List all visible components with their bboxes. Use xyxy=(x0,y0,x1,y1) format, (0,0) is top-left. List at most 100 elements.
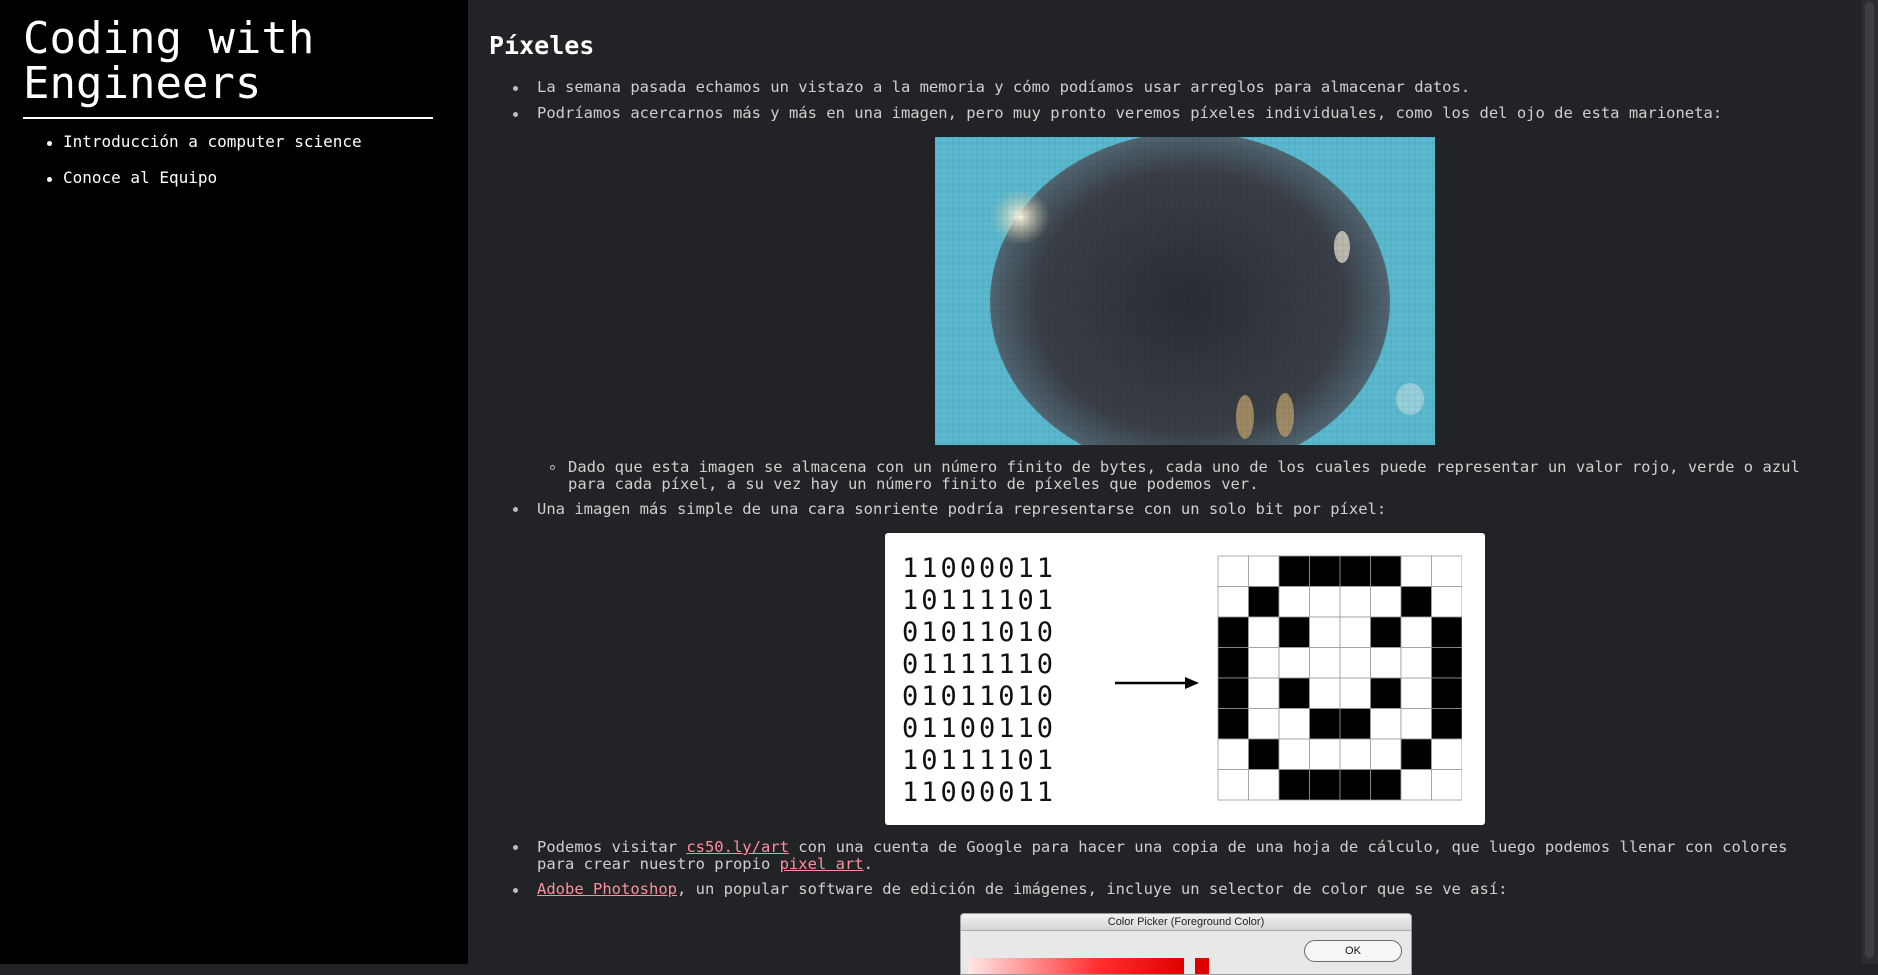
scrollbar-thumb[interactable] xyxy=(1865,2,1874,958)
pixel-cell xyxy=(1339,586,1371,618)
binary-row: 10111101 xyxy=(902,585,1057,616)
pixel-cell xyxy=(1217,555,1249,587)
pixel-cell xyxy=(1248,647,1280,679)
pixel-cell xyxy=(1217,677,1249,709)
pixel-cell xyxy=(1278,677,1310,709)
pixel-cell xyxy=(1431,616,1462,648)
pixel-cell xyxy=(1217,738,1249,770)
paragraph-zoom: Podríamos acercarnos más y más en una im… xyxy=(537,104,1723,122)
pixel-cell xyxy=(1431,586,1462,618)
arrow-right-icon xyxy=(1115,677,1199,689)
pixel-cell xyxy=(1217,769,1249,801)
binary-row: 01100110 xyxy=(902,713,1057,744)
pixel-cell xyxy=(1248,738,1280,770)
pixel-cell xyxy=(1370,677,1402,709)
pixel-cell xyxy=(1400,555,1432,587)
pixel-cell xyxy=(1339,555,1371,587)
pixel-cell xyxy=(1370,555,1402,587)
pixel-cell xyxy=(1370,616,1402,648)
pixel-cell xyxy=(1400,647,1432,679)
pixel-cell xyxy=(1309,647,1341,679)
pixel-cell xyxy=(1400,677,1432,709)
site-title: Coding with Engineers xyxy=(23,13,315,109)
title-divider xyxy=(23,117,433,119)
pixel-cell xyxy=(1278,586,1310,618)
binary-row: 11000011 xyxy=(902,553,1057,584)
pixel-cell xyxy=(1309,708,1341,740)
paragraph-finite-bytes-1: Dado que esta imagen se almacena con un … xyxy=(568,458,1800,476)
pixel-cell xyxy=(1370,647,1402,679)
binary-rows: 11000011 10111101 01011010 01111110 0101… xyxy=(902,553,1056,809)
pixel-cell xyxy=(1339,738,1371,770)
nav-item-intro-cs[interactable]: Introducción a computer science xyxy=(45,132,362,168)
pixel-cell xyxy=(1400,738,1432,770)
color-picker-window: Color Picker (Foreground Color) OK xyxy=(960,913,1412,975)
sidebar-nav: Introducción a computer science Conoce a… xyxy=(45,132,362,204)
binary-row: 10111101 xyxy=(902,745,1057,776)
bullet-marker xyxy=(513,507,518,512)
sidebar: Coding with Engineers Introducción a com… xyxy=(0,0,468,964)
adobe-photoshop-link[interactable]: Adobe Photoshop xyxy=(537,880,677,898)
paragraph-photoshop: Adobe Photoshop, un popular software de … xyxy=(537,880,1508,898)
pixel-cell xyxy=(1309,738,1341,770)
scrollbar[interactable] xyxy=(1862,0,1878,964)
pixel-cell xyxy=(1400,708,1432,740)
nav-item-team[interactable]: Conoce al Equipo xyxy=(45,168,362,204)
pixel-cell xyxy=(1278,616,1310,648)
pixel-cell xyxy=(1431,647,1462,679)
pixel-cell xyxy=(1370,769,1402,801)
pixel-cell xyxy=(1339,647,1371,679)
paragraph-smiley: Una imagen más simple de una cara sonrie… xyxy=(537,500,1387,518)
binary-row: 01011010 xyxy=(902,617,1057,648)
pixel-cell xyxy=(1339,708,1371,740)
paragraph-finite-bytes-2: para cada píxel, a su vez hay un número … xyxy=(568,475,1259,493)
paragraph-pixel-art-2: para crear nuestro propio pixel art. xyxy=(537,855,873,873)
pixel-cell xyxy=(1248,769,1280,801)
pixel-cell xyxy=(1431,555,1462,587)
cs50-art-link[interactable]: cs50.ly/art xyxy=(686,838,789,856)
pixel-cell xyxy=(1309,677,1341,709)
pixel-cell xyxy=(1278,647,1310,679)
bullet-marker xyxy=(513,112,518,117)
ok-button[interactable]: OK xyxy=(1304,940,1402,962)
pixel-cell xyxy=(1431,769,1462,801)
pixel-cell xyxy=(1431,677,1462,709)
pixel-cell xyxy=(1217,586,1249,618)
pixel-cell xyxy=(1370,708,1402,740)
pixel-art-link[interactable]: pixel art xyxy=(780,855,864,873)
bullet-marker xyxy=(513,888,518,893)
pixel-cell xyxy=(1370,586,1402,618)
binary-row: 01011010 xyxy=(902,681,1057,712)
paragraph-pixel-art-1: Podemos visitar cs50.ly/art con una cuen… xyxy=(537,838,1788,856)
sub-bullet-marker xyxy=(550,465,555,470)
page-heading: Píxeles xyxy=(489,31,595,60)
pixel-cell xyxy=(1339,616,1371,648)
pixel-cell xyxy=(1217,616,1249,648)
binary-row: 11000011 xyxy=(902,777,1057,808)
pixel-cell xyxy=(1278,769,1310,801)
pixel-cell xyxy=(1248,555,1280,587)
smiley-pixel-grid xyxy=(1217,555,1462,801)
pixel-cell xyxy=(1431,708,1462,740)
pixel-cell xyxy=(1309,586,1341,618)
color-field[interactable] xyxy=(968,958,1184,974)
pixel-cell xyxy=(1248,616,1280,648)
pixel-cell xyxy=(1217,708,1249,740)
pixel-cell xyxy=(1248,708,1280,740)
pixel-cell xyxy=(1339,769,1371,801)
paragraph-memory: La semana pasada echamos un vistazo a la… xyxy=(537,78,1471,96)
pixel-cell xyxy=(1339,677,1371,709)
smiley-bitmap-figure: 11000011 10111101 01011010 01111110 0101… xyxy=(885,533,1485,825)
pixel-cell xyxy=(1309,555,1341,587)
pixel-cell xyxy=(1400,616,1432,648)
pixel-cell xyxy=(1217,647,1249,679)
pixel-cell xyxy=(1431,738,1462,770)
pixel-cell xyxy=(1248,677,1280,709)
pixel-cell xyxy=(1309,769,1341,801)
binary-row: 01111110 xyxy=(902,649,1057,680)
hue-slider[interactable] xyxy=(1195,958,1209,974)
pixel-cell xyxy=(1278,708,1310,740)
pixel-cell xyxy=(1248,586,1280,618)
color-picker-title: Color Picker (Foreground Color) xyxy=(961,914,1411,931)
pixel-cell xyxy=(1370,738,1402,770)
